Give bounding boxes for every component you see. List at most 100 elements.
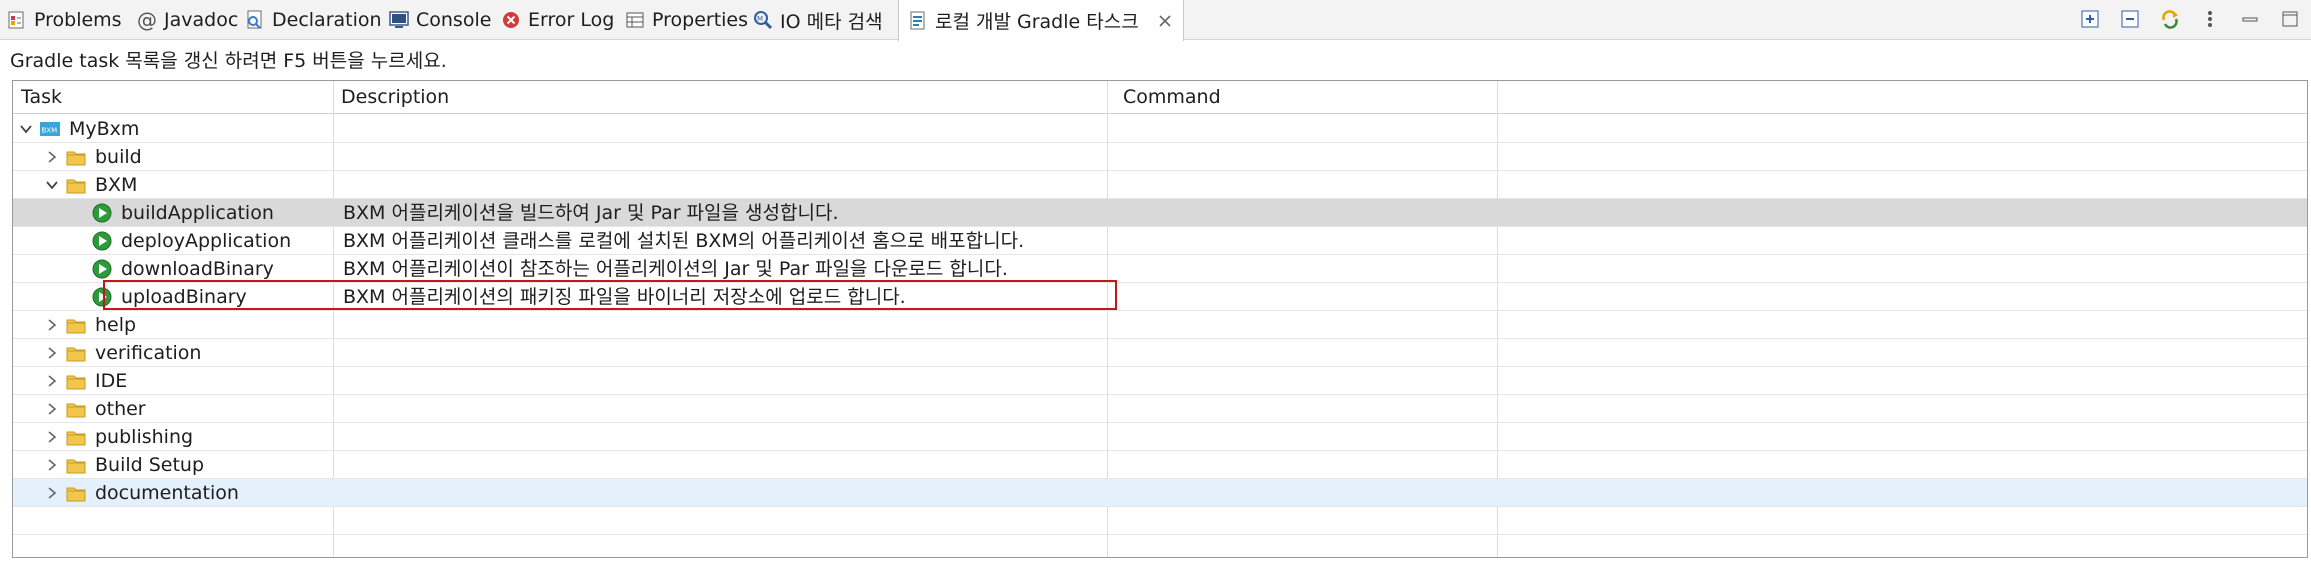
tree-node-label: deployApplication bbox=[121, 230, 292, 252]
gradle-task-tree-table[interactable]: Task Description Command BXM MyBxm build bbox=[12, 80, 2308, 558]
tree-node-label: documentation bbox=[95, 482, 239, 504]
table-row[interactable]: publishing bbox=[13, 423, 2307, 451]
run-task-icon bbox=[91, 258, 113, 280]
chevron-down-icon[interactable] bbox=[17, 120, 35, 138]
table-row[interactable]: uploadBinary BXM 어플리케이션의 패키징 파일을 바이너리 저장… bbox=[13, 283, 2307, 311]
tree-node-label: help bbox=[95, 314, 137, 336]
bxm-project-icon: BXM bbox=[39, 118, 61, 140]
expand-all-button[interactable] bbox=[2077, 6, 2103, 32]
tree-node-label: uploadBinary bbox=[121, 286, 247, 308]
minimize-button[interactable] bbox=[2237, 6, 2263, 32]
table-row[interactable]: downloadBinary BXM 어플리케이션이 참조하는 어플리케이션의 … bbox=[13, 255, 2307, 283]
minimize-icon bbox=[2242, 17, 2258, 22]
task-description: BXM 어플리케이션 클래스를 로컬에 설치된 BXM의 어플리케이션 홈으로 … bbox=[343, 230, 1025, 252]
table-header: Task Description Command bbox=[13, 81, 2307, 114]
tree-node-label: build bbox=[95, 146, 142, 168]
column-header-task[interactable]: Task bbox=[13, 81, 62, 114]
task-description: BXM 어플리케이션을 빌드하여 Jar 및 Par 파일을 생성합니다. bbox=[343, 202, 839, 224]
empty-row bbox=[13, 535, 2307, 557]
task-description: BXM 어플리케이션의 패키징 파일을 바이너리 저장소에 업로드 합니다. bbox=[343, 286, 906, 308]
table-row[interactable]: other bbox=[13, 395, 2307, 423]
tree-node-label: downloadBinary bbox=[121, 258, 274, 280]
error-log-icon bbox=[500, 9, 522, 31]
view-menu-button[interactable] bbox=[2197, 6, 2223, 32]
expand-all-icon bbox=[2081, 10, 2099, 28]
tree-node-label: Build Setup bbox=[95, 454, 205, 476]
empty-row bbox=[13, 507, 2307, 535]
folder-open-icon bbox=[65, 174, 87, 196]
table-row[interactable]: BXM MyBxm bbox=[13, 115, 2307, 143]
run-task-icon bbox=[91, 202, 113, 224]
svg-text:BXM: BXM bbox=[42, 127, 58, 135]
folder-icon bbox=[65, 426, 87, 448]
tab-console[interactable]: Console bbox=[388, 0, 491, 40]
table-row-hovered[interactable]: documentation bbox=[13, 479, 2307, 507]
tree-node-label: BXM bbox=[95, 174, 138, 196]
table-row[interactable]: build bbox=[13, 143, 2307, 171]
tree-node-label: publishing bbox=[95, 426, 194, 448]
tab-declaration[interactable]: Declaration bbox=[244, 0, 382, 40]
view-tab-bar: Problems @ Javadoc Declaration Console E… bbox=[0, 0, 2311, 41]
javadoc-at-icon: @ bbox=[137, 8, 157, 32]
tab-problems[interactable]: Problems bbox=[6, 0, 122, 40]
svg-text:M: M bbox=[757, 15, 763, 23]
tree-node-label: MyBxm bbox=[69, 118, 140, 140]
console-icon bbox=[388, 9, 410, 31]
table-row[interactable]: Build Setup bbox=[13, 451, 2307, 479]
chevron-right-icon[interactable] bbox=[43, 428, 61, 446]
table-row[interactable]: BXM bbox=[13, 171, 2307, 199]
folder-icon bbox=[65, 482, 87, 504]
folder-icon bbox=[65, 398, 87, 420]
table-row[interactable]: help bbox=[13, 311, 2307, 339]
task-description: BXM 어플리케이션이 참조하는 어플리케이션의 Jar 및 Par 파일을 다… bbox=[343, 258, 1008, 280]
refresh-icon bbox=[2162, 10, 2178, 29]
declaration-icon bbox=[244, 9, 266, 31]
task-description bbox=[333, 143, 343, 171]
table-row-selected[interactable]: buildApplication BXM 어플리케이션을 빌드하여 Jar 및 … bbox=[13, 199, 2307, 227]
folder-icon bbox=[65, 146, 87, 168]
tab-properties[interactable]: Properties bbox=[624, 0, 748, 40]
chevron-right-icon[interactable] bbox=[43, 344, 61, 362]
maximize-button[interactable] bbox=[2277, 6, 2303, 32]
tab-io-meta-search[interactable]: M IO 메타 검색 bbox=[752, 0, 883, 40]
table-row[interactable]: IDE bbox=[13, 367, 2307, 395]
run-task-icon bbox=[91, 230, 113, 252]
io-meta-search-icon: M bbox=[752, 9, 774, 31]
folder-icon bbox=[65, 454, 87, 476]
task-description bbox=[333, 171, 343, 199]
column-header-command[interactable]: Command bbox=[1115, 81, 1221, 114]
chevron-right-icon[interactable] bbox=[43, 316, 61, 334]
refresh-button[interactable] bbox=[2157, 6, 2183, 32]
table-row[interactable]: deployApplication BXM 어플리케이션 클래스를 로컬에 설치… bbox=[13, 227, 2307, 255]
chevron-right-icon[interactable] bbox=[43, 148, 61, 166]
chevron-right-icon[interactable] bbox=[43, 400, 61, 418]
view-toolbar bbox=[2077, 6, 2303, 32]
close-tab-icon[interactable] bbox=[1155, 11, 1175, 31]
run-task-icon bbox=[91, 286, 113, 308]
folder-icon bbox=[65, 370, 87, 392]
folder-icon bbox=[65, 314, 87, 336]
tree-node-label: buildApplication bbox=[121, 202, 274, 224]
collapse-all-button[interactable] bbox=[2117, 6, 2143, 32]
tree-node-label: verification bbox=[95, 342, 202, 364]
tab-javadoc[interactable]: @ Javadoc bbox=[136, 0, 238, 40]
chevron-right-icon[interactable] bbox=[43, 372, 61, 390]
tree-node-label: IDE bbox=[95, 370, 128, 392]
properties-icon bbox=[624, 9, 646, 31]
chevron-down-icon[interactable] bbox=[43, 176, 61, 194]
chevron-right-icon[interactable] bbox=[43, 456, 61, 474]
vertical-dots-icon bbox=[2208, 11, 2212, 27]
tab-error-log[interactable]: Error Log bbox=[500, 0, 614, 40]
collapse-all-icon bbox=[2121, 10, 2139, 28]
problems-icon bbox=[6, 9, 28, 31]
tree-rows: BXM MyBxm build BXM buildApplication BXM… bbox=[13, 115, 2307, 557]
gradle-tasks-icon bbox=[907, 10, 929, 32]
folder-icon bbox=[65, 342, 87, 364]
chevron-right-icon[interactable] bbox=[43, 484, 61, 502]
tree-node-label: other bbox=[95, 398, 146, 420]
table-row[interactable]: verification bbox=[13, 339, 2307, 367]
column-header-description[interactable]: Description bbox=[333, 81, 449, 114]
refresh-hint-text: Gradle task 목록을 갱신 하려면 F5 버튼을 누르세요. bbox=[10, 50, 447, 72]
maximize-icon bbox=[2282, 11, 2298, 27]
tab-gradle-tasks[interactable]: 로컬 개발 Gradle 타스크 bbox=[898, 0, 1184, 41]
